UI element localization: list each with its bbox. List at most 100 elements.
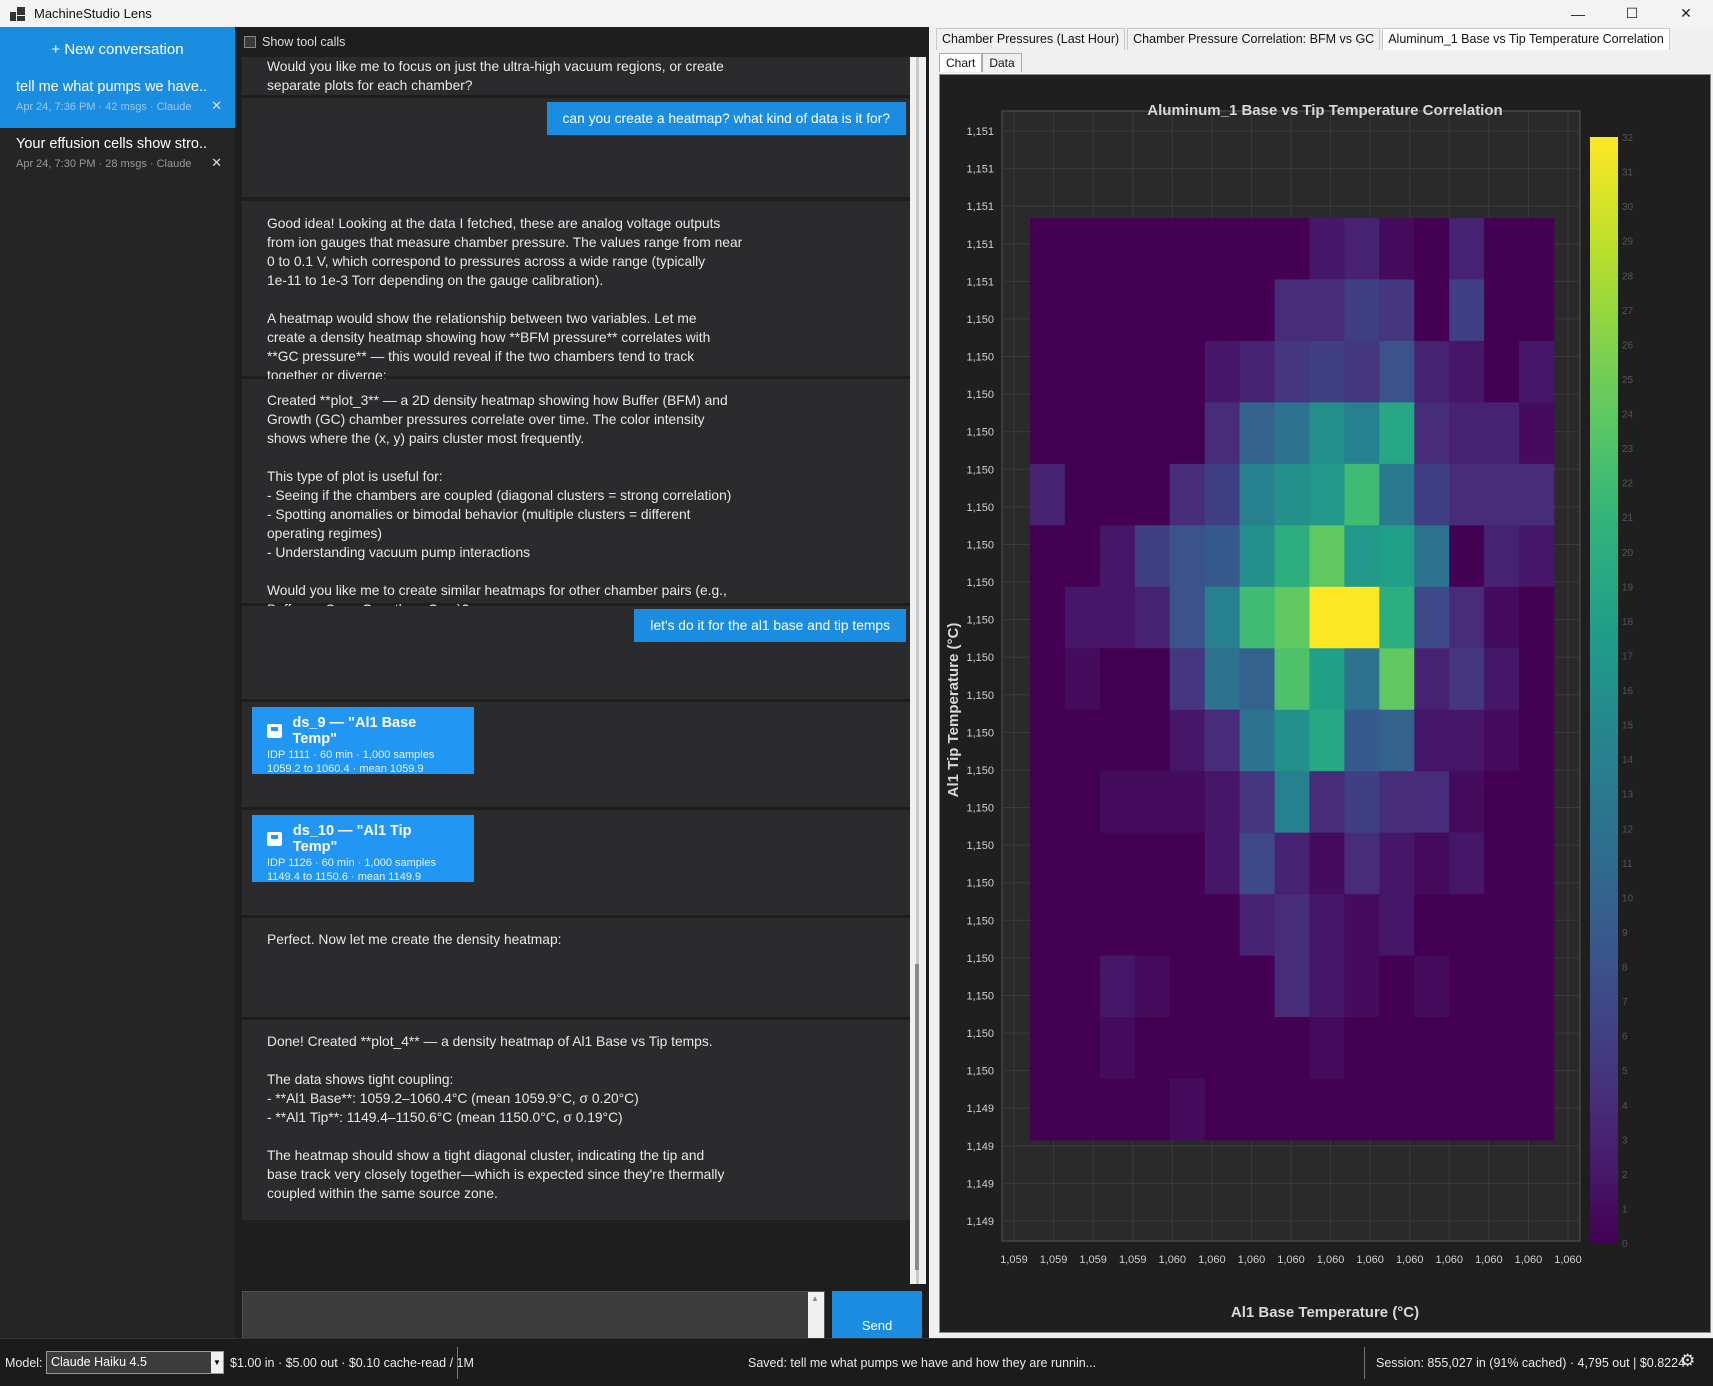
conversation-item[interactable]: tell me what pumps we have... Apr 24, 7:…	[0, 71, 235, 128]
y-tick-label: 1,151	[966, 201, 994, 213]
maximize-icon[interactable]: ☐	[1605, 0, 1659, 27]
heatmap-cell	[1169, 279, 1206, 342]
colorbar-tick-label: 25	[1622, 375, 1634, 386]
tab-aluminum-correlation[interactable]: Aluminum_1 Base vs Tip Temperature Corre…	[1382, 28, 1670, 50]
heatmap-cell	[1449, 402, 1485, 465]
scroll-up-icon[interactable]: ▲	[811, 1294, 819, 1303]
colorbar-tick-label: 18	[1622, 617, 1634, 628]
heatmap-cell	[1169, 525, 1206, 588]
show-tool-calls-checkbox[interactable]	[244, 36, 256, 48]
message-list[interactable]: Would you like me to focus on just the u…	[242, 57, 910, 1284]
heatmap-cell	[1099, 340, 1136, 403]
colorbar-tick-label: 4	[1622, 1101, 1628, 1112]
colorbar-tick-label: 6	[1622, 1032, 1628, 1043]
gear-icon[interactable]: ⚙	[1680, 1351, 1695, 1371]
minimize-icon[interactable]: —	[1551, 0, 1605, 27]
heatmap-cell	[1449, 218, 1485, 280]
heatmap-cell	[1239, 709, 1275, 772]
heatmap-cell	[1204, 525, 1240, 588]
title-bar: MachineStudio Lens — ☐ ✕	[0, 0, 1713, 27]
dataset-card[interactable]: ds_10 — "Al1 Tip Temp" IDP 1126 · 60 min…	[252, 815, 474, 883]
user-bubble: let's do it for the al1 base and tip tem…	[634, 609, 906, 642]
scrollbar-thumb[interactable]	[915, 964, 919, 1270]
heatmap-cell	[1449, 1017, 1485, 1079]
y-tick-label: 1,150	[966, 840, 994, 852]
colorbar-tick-label: 12	[1622, 824, 1634, 835]
heatmap-cell	[1274, 340, 1310, 403]
heatmap-cell	[1379, 279, 1415, 342]
x-tick-label: 1,059	[1040, 1254, 1068, 1266]
heatmap-cell	[1239, 832, 1275, 895]
model-select[interactable]: Claude Haiku 4.5 ▼	[46, 1351, 224, 1374]
close-icon[interactable]: ✕	[211, 155, 222, 171]
heatmap-cell	[1134, 1078, 1171, 1141]
tab-chamber-pressures[interactable]: Chamber Pressures (Last Hour)	[936, 28, 1126, 50]
heatmap-cell	[1484, 1078, 1520, 1141]
tab-data[interactable]: Data	[982, 53, 1022, 72]
heatmap-cell	[1030, 279, 1066, 342]
heatmap-cell	[1379, 402, 1415, 465]
heatmap-cell	[1204, 709, 1240, 772]
heatmap-cell	[1064, 279, 1101, 342]
y-tick-label: 1,149	[966, 1141, 994, 1153]
colorbar-tick-label: 28	[1622, 271, 1634, 282]
heatmap-cell	[1099, 218, 1136, 280]
heatmap-cell	[1379, 648, 1415, 711]
heatmap-cell	[1030, 402, 1066, 465]
y-tick-label: 1,150	[966, 1066, 994, 1078]
y-tick-label: 1,150	[966, 352, 994, 364]
chat-scrollbar[interactable]	[910, 57, 926, 1284]
y-tick-label: 1,150	[966, 878, 994, 890]
new-conversation-button[interactable]: + New conversation	[0, 27, 235, 71]
tab-chart[interactable]: Chart	[939, 53, 983, 72]
heatmap-cell	[1309, 586, 1345, 649]
heatmap-cell	[1064, 832, 1101, 895]
heatmap-cell	[1064, 1017, 1101, 1079]
heatmap-cell	[1414, 218, 1450, 280]
heatmap-cell	[1030, 832, 1066, 895]
heatmap-cell	[1449, 894, 1485, 956]
heatmap-cell	[1099, 709, 1136, 772]
heatmap-cell	[1414, 709, 1450, 772]
heatmap-cell	[1519, 709, 1555, 772]
assistant-message: Created **plot_3** — a 2D density heatma…	[242, 379, 910, 617]
heatmap-cell	[1344, 648, 1380, 711]
close-icon[interactable]: ✕	[211, 98, 222, 114]
colorbar-tick-label: 20	[1622, 548, 1634, 559]
heatmap-cell	[1204, 955, 1240, 1018]
heatmap-cell	[1239, 1078, 1275, 1141]
heatmap-cell	[1204, 402, 1240, 465]
heatmap-cell	[1449, 771, 1485, 834]
close-icon[interactable]: ✕	[1659, 0, 1713, 27]
heatmap-cell	[1414, 894, 1450, 956]
heatmap-cell	[1449, 586, 1485, 649]
heatmap-cell	[1519, 894, 1555, 956]
heatmap-cell	[1309, 525, 1345, 588]
heatmap-cell	[1344, 709, 1380, 772]
heatmap-cell	[1030, 894, 1066, 956]
heatmap-cell	[1030, 1017, 1066, 1079]
app-icon	[10, 6, 26, 21]
conversation-item[interactable]: Your effusion cells show stro... Apr 24,…	[0, 128, 235, 185]
x-tick-label: 1,060	[1554, 1254, 1582, 1266]
user-message: can you create a heatmap? what kind of d…	[242, 98, 910, 197]
colorbar-tick-label: 26	[1622, 340, 1634, 351]
heatmap-cell	[1204, 1017, 1240, 1079]
dataset-card[interactable]: ds_9 — "Al1 Base Temp" IDP 1111 · 60 min…	[252, 707, 474, 775]
y-tick-label: 1,150	[966, 953, 994, 965]
heatmap-cell	[1449, 955, 1485, 1018]
tab-pressure-correlation[interactable]: Chamber Pressure Correlation: BFM vs GC	[1127, 28, 1381, 50]
chart-title: Aluminum_1 Base vs Tip Temperature Corre…	[1147, 102, 1502, 119]
heatmap-cell	[1309, 279, 1345, 342]
heatmap-cell	[1414, 279, 1450, 342]
heatmap-cell	[1379, 340, 1415, 403]
heatmap-cell	[1274, 1017, 1310, 1079]
heatmap-cell	[1484, 771, 1520, 834]
heatmap-cell	[1484, 832, 1520, 895]
heatmap-cell	[1099, 279, 1136, 342]
chevron-down-icon[interactable]: ▼	[211, 1352, 223, 1373]
heatmap-cell	[1344, 279, 1380, 342]
heatmap-cell	[1204, 771, 1240, 834]
y-tick-label: 1,150	[966, 727, 994, 739]
y-tick-label: 1,151	[966, 164, 994, 176]
